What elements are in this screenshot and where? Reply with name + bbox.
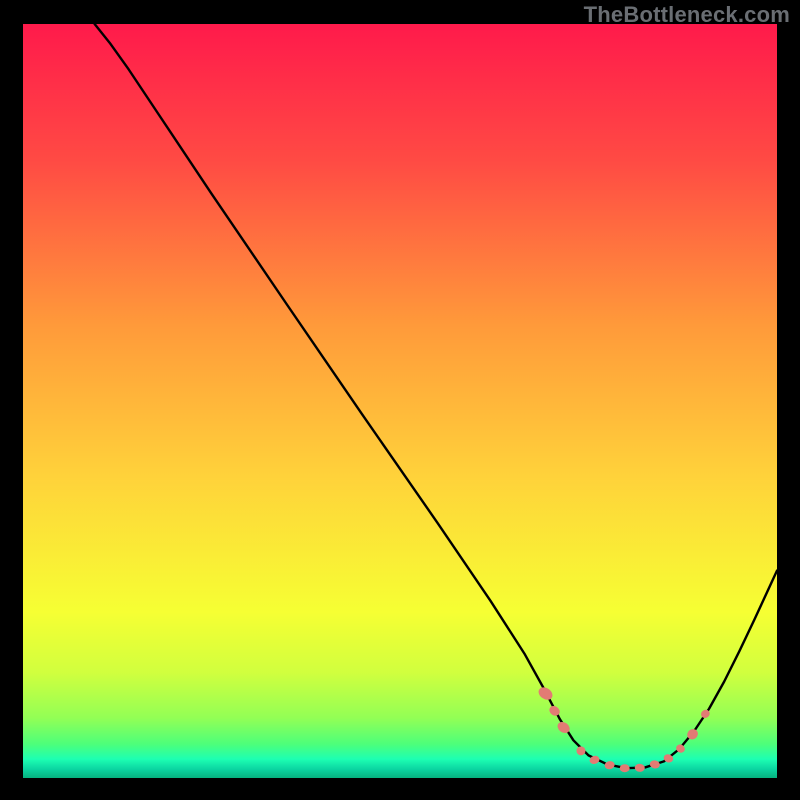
chart-svg: [23, 24, 777, 778]
plot-area: [23, 24, 777, 778]
curve-marker: [576, 746, 585, 755]
curve-marker: [620, 764, 630, 772]
chart-frame: TheBottleneck.com: [0, 0, 800, 800]
chart-background: [23, 24, 777, 778]
